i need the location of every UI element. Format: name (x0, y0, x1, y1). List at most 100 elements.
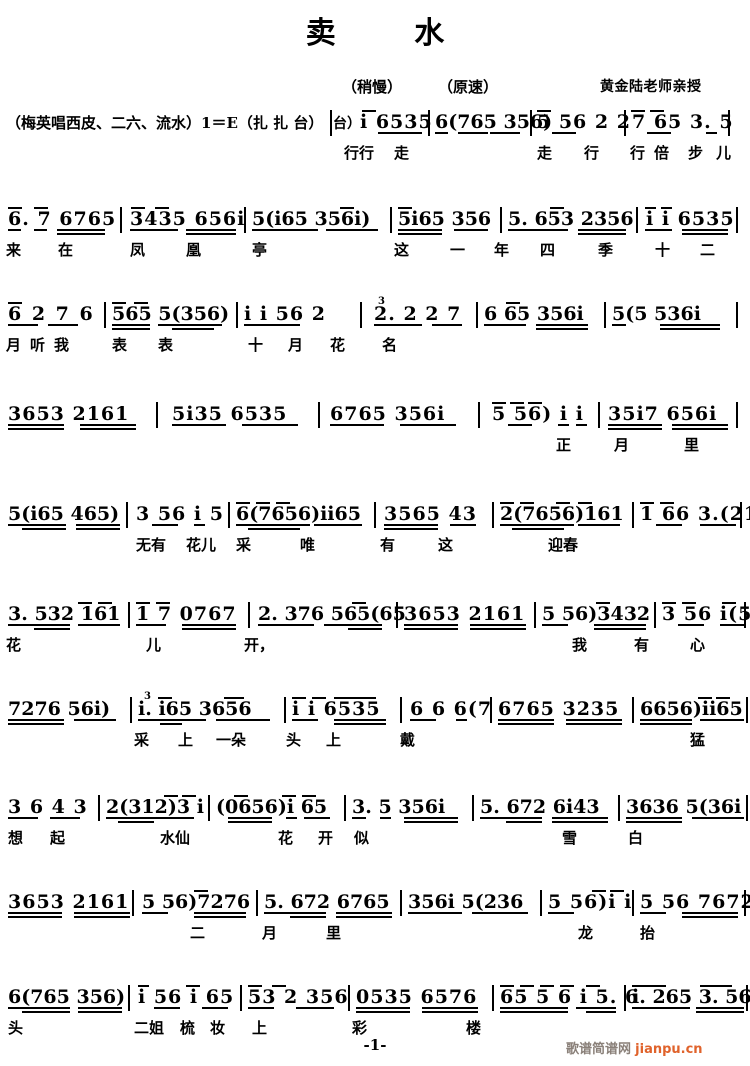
beam-underline-2 (22, 1011, 70, 1013)
lyric-row-5: 无有 花儿 采 唯 有 这 迎春 (0, 534, 750, 558)
measure-notes: 5 56)7276 (142, 891, 251, 913)
measure-notes: 5. 672 6765 (264, 891, 390, 913)
measure-notes: 3636 5(36i (626, 796, 742, 818)
measure-notes: 5(i65 356i) (252, 208, 371, 230)
beam-underline (500, 524, 574, 526)
octave-beam (194, 890, 208, 892)
octave-beam (528, 402, 542, 404)
beam-underline-2 (404, 821, 458, 823)
lyric-syllable: 行行 (344, 144, 375, 162)
note-row-4: 3653 2161 5i35 6535 6765 356i 5 56) i i … (0, 400, 750, 434)
lyric-syllable: 一朵 (216, 731, 247, 749)
octave-beam (660, 502, 674, 504)
measure-notes: 3653 2161 (8, 403, 130, 425)
beam-underline (324, 624, 382, 626)
beam-underline (152, 524, 178, 526)
lyric-syllable: 亭 (252, 241, 268, 259)
octave-beam (340, 207, 354, 209)
beam-underline-2 (172, 328, 214, 330)
beam-underline (374, 324, 422, 326)
barline (284, 697, 286, 723)
octave-beam (131, 207, 145, 209)
beam-underline (164, 817, 194, 819)
measure-notes: 5. 672 6i43 (480, 796, 600, 818)
barline (492, 502, 494, 528)
beam-underline (612, 324, 626, 326)
barline (736, 207, 738, 233)
octave-beam (8, 302, 22, 304)
tempo-marking-original: （原速） (438, 78, 499, 96)
measure-notes: 5(5 536i (612, 303, 701, 325)
octave-beam (500, 985, 514, 987)
measure-notes: 6. 7 6765 (8, 208, 117, 230)
measure-notes: 3 56 i(5. 6 (662, 603, 750, 625)
measure-notes: 6656)ii65 (640, 698, 743, 720)
beam-underline (384, 524, 438, 526)
beam-underline (435, 132, 448, 134)
barline (740, 502, 742, 528)
music-system-4: 3653 2161 5i35 6535 6765 356i 5 56) i i … (0, 400, 750, 458)
beam-underline-2 (594, 628, 646, 630)
measure-notes: 7 65 3. 5 (632, 111, 734, 133)
lyric-syllable: 猛 (690, 731, 706, 749)
measure-notes: 1 7 0767 (136, 603, 237, 625)
octave-beam (700, 985, 732, 987)
beam-underline (660, 324, 720, 326)
barline (632, 890, 634, 916)
beam-underline (458, 132, 488, 134)
beam-underline (656, 524, 682, 526)
barline (330, 110, 332, 136)
measure-notes: 6(765 356) (8, 986, 126, 1008)
barline (130, 697, 132, 723)
octave-beam (182, 795, 196, 797)
octave-beam (276, 502, 290, 504)
octave-beam (8, 207, 22, 209)
beam-underline (398, 229, 442, 231)
beam-underline-2 (398, 233, 442, 235)
barline (744, 602, 746, 628)
lyric-syllable: 十 (248, 336, 264, 354)
octave-beam (632, 985, 666, 987)
lyric-row-1: 行行 走 走 行 行 倍 步 儿 (0, 142, 750, 166)
beam-underline (182, 624, 236, 626)
beam-underline-2 (22, 528, 66, 530)
barline (476, 302, 478, 328)
note-row-6: 3. 532 161 1 7 0767 2. 376 565(65 3653 2… (0, 600, 750, 634)
octave-beam (640, 502, 654, 504)
barline (244, 207, 246, 233)
lyric-syllable: 采 (134, 731, 150, 749)
octave-beam (112, 302, 126, 304)
octave-beam (138, 985, 149, 987)
octave-beam (98, 602, 112, 604)
measure-notes: 5(i65 465) (8, 503, 120, 525)
beam-underline-2 (118, 821, 154, 823)
measure-notes: 6 65 356i (484, 303, 584, 325)
lyric-syllable: 行 (630, 144, 646, 162)
lyric-syllable: 上 (178, 731, 194, 749)
beam-underline (264, 912, 326, 914)
beam-underline (336, 912, 392, 914)
music-system-1: （梅英唱西皮、二六、流水）1＝E（扎 扎 台） i 6535 台） 6(765 … (0, 108, 750, 166)
lyric-syllable: 头 (8, 1019, 24, 1037)
octave-beam (164, 795, 178, 797)
beam-underline (78, 1007, 122, 1009)
beam-underline-2 (422, 1011, 478, 1013)
barline (472, 795, 474, 821)
beam-underline-2 (112, 328, 150, 330)
beam-underline (8, 324, 38, 326)
measure-notes: 5i35 6535 (172, 403, 288, 425)
octave-beam (510, 402, 524, 404)
beam-underline-2 (586, 1011, 616, 1013)
measure-notes: 2. 2 2 7 (374, 303, 462, 325)
lyric-syllable: 上 (252, 1019, 268, 1037)
beam-underline (682, 229, 728, 231)
barline (534, 602, 536, 628)
octave-beam (650, 110, 664, 112)
lyric-row-7: 采 上 一朵 头 上 戴 猛 (0, 729, 750, 753)
lyric-syllable: 表 (112, 336, 128, 354)
octave-beam (698, 697, 712, 699)
lyric-syllable: 儿 (716, 144, 732, 162)
lyric-syllable: 白 (628, 829, 644, 847)
barline (400, 697, 402, 723)
beam-underline-2 (696, 1011, 744, 1013)
